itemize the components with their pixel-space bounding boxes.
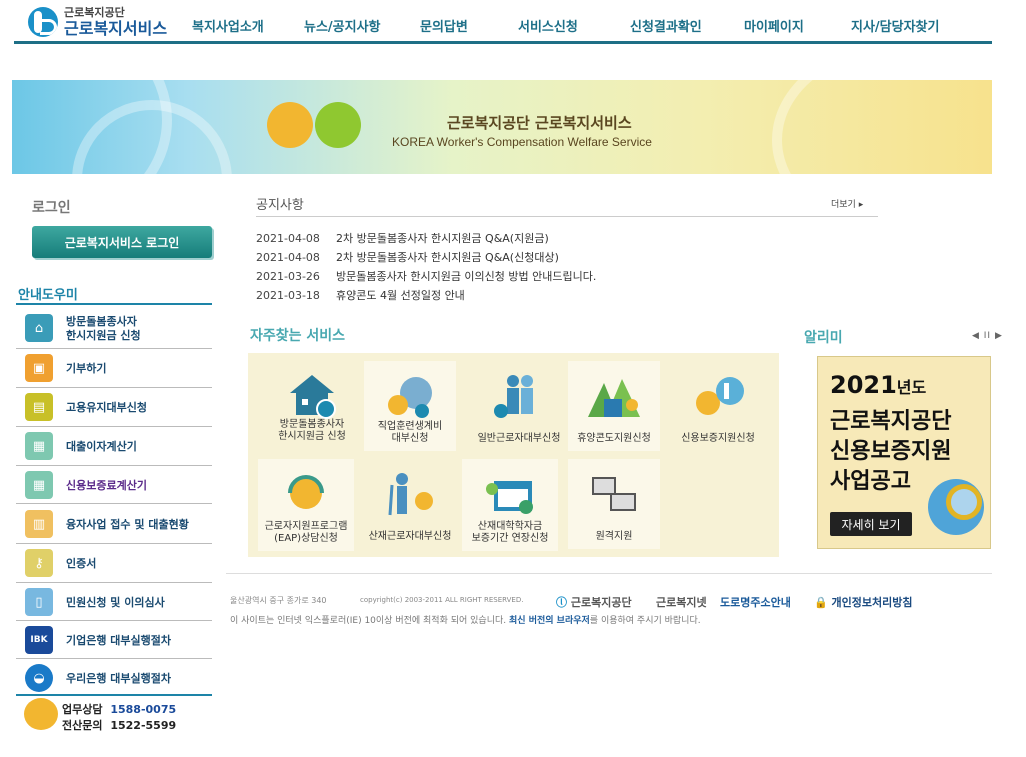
guide-item-interest-calc[interactable]: ▦ 대출이자계산기 — [16, 427, 212, 466]
ibk-logo-icon: IBK — [25, 626, 53, 654]
footer-address: 울산광역시 중구 종가로 340 — [230, 596, 327, 605]
footer-browser-notice: 이 사이트는 인터넷 익스플로러(IE) 10이상 버전에 최적화 되어 있습니… — [230, 616, 701, 626]
guide-item-donate[interactable]: ▣ 기부하기 — [16, 349, 212, 388]
condo-mountain-icon — [588, 379, 640, 417]
guide-item-care-subsidy[interactable]: ⌂ 방문돌봄종사자 한시지원금 신청 — [16, 308, 212, 349]
services-panel: 방문돌봄종사자 한시지원금 신청 직업훈련생계비 대부신청 일반근로자대부신청 … — [248, 353, 779, 557]
footer-copyright: copyright(c) 2003-2011 ALL RIGHT RESERVE… — [360, 596, 524, 604]
notice-item[interactable]: 2021-04-08 2차 방문돌봄종사자 한시지원금 Q&A(신청대상) — [256, 249, 559, 265]
service-condo[interactable]: 휴양콘도지원신청 — [568, 361, 660, 451]
banner-subtitle: KOREA Worker's Compensation Welfare Serv… — [392, 135, 652, 149]
house-coin-icon — [290, 375, 336, 419]
calculator-icon: ▦ — [25, 432, 53, 460]
alimi-detail-button[interactable]: 자세히 보기 — [830, 512, 912, 536]
nav-branch-search[interactable]: 지사/담당자찾기 — [851, 16, 939, 35]
service-tuition-extension[interactable]: 산재대학학자금 보증기간 연장신청 — [462, 459, 558, 551]
nav-news[interactable]: 뉴스/공지사항 — [304, 16, 381, 35]
calculator-icon: ▦ — [25, 471, 53, 499]
contact-it: 전산문의 1522-5599 — [62, 719, 177, 732]
nav-service-apply[interactable]: 서비스신청 — [518, 16, 578, 35]
head-gear-icon — [388, 377, 432, 418]
service-care-subsidy[interactable]: 방문돌봄종사자 한시지원금 신청 — [262, 359, 362, 449]
notice-item[interactable]: 2021-03-26 방문돌봄종사자 한시지원금 이의신청 방법 안내드립니다. — [256, 268, 596, 284]
headset-mascot-icon — [288, 475, 324, 509]
guide-item-employment-loan[interactable]: ▤ 고용유지대부신청 — [16, 388, 212, 427]
notice-item[interactable]: 2021-03-18 휴양콘도 4월 선정일정 안내 — [256, 287, 465, 303]
gift-box-icon: ▣ — [25, 354, 53, 382]
alimi-banner-card[interactable]: 2021년도 근로복지공단 신용보증지원 사업공고 자세히 보기 — [817, 356, 991, 549]
monitors-icon — [592, 477, 636, 511]
mascot-headset-icon — [24, 698, 58, 730]
alimi-title: 알리미 — [804, 330, 843, 346]
mascot-orange-icon — [267, 102, 313, 148]
guide-item-woori-procedure[interactable]: ◒ 우리은행 대부실행절차 — [16, 659, 212, 696]
main-nav: 복지사업소개 뉴스/공지사항 문의답변 서비스신청 신청결과확인 마이페이지 지… — [14, 16, 992, 36]
house-icon: ⌂ — [25, 314, 53, 342]
contact-business: 업무상담 1588-0075 — [62, 703, 177, 716]
key-icon: ⚷ — [25, 549, 53, 577]
magnifier-icon — [946, 484, 982, 520]
id-card-icon: ▤ — [25, 393, 53, 421]
lock-icon: 🔒 — [814, 596, 828, 609]
service-injured-loan[interactable]: 산재근로자대부신청 — [360, 459, 460, 549]
document-icon: ▯ — [25, 588, 53, 616]
footer-link-road-address[interactable]: 도로명주소안내 — [720, 594, 791, 610]
mascot-green-icon — [315, 102, 361, 148]
guide-item-ibk-procedure[interactable]: IBK 기업은행 대부실행절차 — [16, 621, 212, 659]
service-remote-support[interactable]: 원격지원 — [568, 459, 660, 549]
alimi-year: 2021년도 — [830, 371, 927, 399]
nav-welfare-intro[interactable]: 복지사업소개 — [192, 16, 264, 35]
calendar-icon — [486, 481, 533, 514]
footer-link-privacy[interactable]: 🔒 개인정보처리방침 — [814, 594, 913, 610]
banner-title: 근로복지공단 근로복지서비스 — [447, 114, 632, 132]
bar-chart-icon: ▥ — [25, 510, 53, 538]
notice-title: 공지사항 — [256, 198, 304, 213]
login-button[interactable]: 근로복지서비스 로그인 — [32, 226, 212, 258]
contact-info: 업무상담 1588-0075 전산문의 1522-5599 — [24, 698, 214, 738]
guide-item-loan-status[interactable]: ▥ 융자사업 접수 및 대출현황 — [16, 504, 212, 544]
woori-logo-icon: ◒ — [25, 664, 53, 692]
guide-title: 안내도우미 — [18, 288, 78, 303]
service-training-loan[interactable]: 직업훈련생계비 대부신청 — [364, 361, 456, 451]
services-title: 자주찾는 서비스 — [250, 328, 346, 344]
guide-item-complaint[interactable]: ▯ 민원신청 및 이의심사 — [16, 583, 212, 621]
service-credit-guarantee[interactable]: 신용보증지원신청 — [668, 361, 768, 451]
arrow-right-icon: ▸ — [858, 200, 864, 210]
credit-logo-icon — [696, 377, 744, 415]
logo-mark-icon: ⓛ — [556, 596, 567, 609]
guide-item-guarantee-calc[interactable]: ▦ 신용보증료계산기 — [16, 466, 212, 504]
service-general-loan[interactable]: 일반근로자대부신청 — [464, 361, 574, 451]
alimi-slider-controls[interactable]: ◀ II ▶ — [972, 331, 1003, 341]
footer-link-welfare-net[interactable]: 근로복지넷 — [656, 594, 707, 610]
top-header: 근로복지공단 근로복지서비스 복지사업소개 뉴스/공지사항 문의답변 서비스신청… — [14, 0, 992, 44]
notice-item[interactable]: 2021-04-08 2차 방문돌봄종사자 한시지원금 Q&A(지원금) — [256, 230, 549, 246]
main-banner: 근로복지공단 근로복지서비스 KOREA Worker's Compensati… — [12, 80, 992, 174]
nav-mypage[interactable]: 마이페이지 — [744, 16, 804, 35]
crutch-worker-icon — [388, 473, 433, 516]
guide-menu: ⌂ 방문돌봄종사자 한시지원금 신청 ▣ 기부하기 ▤ 고용유지대부신청 ▦ 대… — [16, 308, 212, 696]
login-title: 로그인 — [32, 200, 71, 216]
nav-result-check[interactable]: 신청결과확인 — [630, 16, 702, 35]
latest-browser-link[interactable]: 최신 버전의 브라우저 — [509, 616, 590, 626]
notice-more-link[interactable]: 더보기 ▸ — [831, 197, 863, 210]
guide-item-certificate[interactable]: ⚷ 인증서 — [16, 544, 212, 583]
service-eap[interactable]: 근로자지원프로그램 (EAP)상담신청 — [258, 459, 354, 551]
footer-link-kcomwel[interactable]: ⓛ 근로복지공단 — [556, 594, 632, 610]
people-icon — [494, 375, 533, 418]
nav-qna[interactable]: 문의답변 — [420, 16, 468, 35]
